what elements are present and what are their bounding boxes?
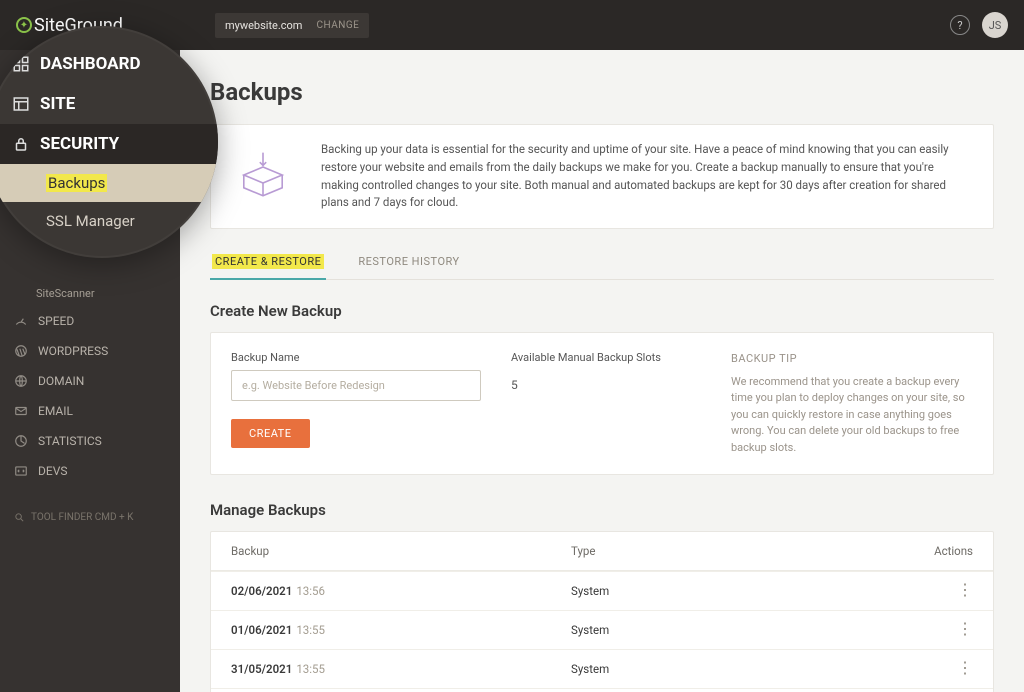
sidebar-sub-backups[interactable]: Backups — [0, 164, 218, 202]
table-row: 31/05/2021 13:55 System — [211, 649, 993, 688]
chart-icon — [14, 434, 28, 448]
backup-type: System — [571, 584, 893, 598]
tabs: CREATE & RESTORE RESTORE HISTORY — [210, 247, 994, 280]
row-actions-menu[interactable] — [957, 666, 973, 671]
sidebar-item-speed[interactable]: SPEED — [0, 306, 180, 336]
site-switcher[interactable]: mywebsite.com CHANGE — [215, 13, 369, 38]
sidebar-item-email[interactable]: EMAIL — [0, 396, 180, 426]
slots-value: 5 — [511, 370, 701, 392]
backup-name-input[interactable] — [231, 370, 481, 401]
col-type: Type — [571, 544, 893, 558]
sidebar-sub-ssl[interactable]: SSL Manager — [0, 202, 218, 240]
backup-time: 13:55 — [296, 623, 325, 637]
user-avatar[interactable]: JS — [982, 12, 1008, 38]
sidebar-item-statistics[interactable]: STATISTICS — [0, 426, 180, 456]
tip-title: BACKUP TIP — [731, 351, 973, 368]
wordpress-icon — [14, 344, 28, 358]
slots-label: Available Manual Backup Slots — [511, 351, 701, 364]
intro-card: Backing up your data is essential for th… — [210, 124, 994, 229]
backup-date: 02/06/2021 — [231, 584, 292, 598]
backup-name-label: Backup Name — [231, 351, 481, 364]
gauge-icon — [14, 314, 28, 328]
sidebar-item-dashboard[interactable]: DASHBOARD — [0, 44, 218, 84]
mail-icon — [14, 404, 28, 418]
intro-text: Backing up your data is essential for th… — [321, 141, 973, 212]
backup-time: 13:56 — [296, 584, 325, 598]
code-icon — [14, 464, 28, 478]
grid-icon — [10, 53, 32, 75]
lock-icon — [10, 133, 32, 155]
search-icon — [14, 512, 25, 523]
backup-date: 31/05/2021 — [231, 662, 292, 676]
page-title: Backups — [210, 78, 994, 106]
help-icon[interactable]: ? — [950, 15, 970, 35]
sidebar-item-domain[interactable]: DOMAIN — [0, 366, 180, 396]
create-backup-card: Backup Name CREATE Available Manual Back… — [210, 332, 994, 475]
change-site-button[interactable]: CHANGE — [316, 20, 359, 31]
globe-icon — [14, 374, 28, 388]
table-header: Backup Type Actions — [211, 532, 993, 571]
row-actions-menu[interactable] — [957, 588, 973, 593]
tab-create-restore[interactable]: CREATE & RESTORE — [210, 247, 326, 280]
col-backup: Backup — [231, 544, 571, 558]
sidebar-item-site[interactable]: SITE — [0, 84, 218, 124]
col-actions: Actions — [893, 544, 973, 558]
main-content: Backups Backing up your data is essentia… — [180, 50, 1024, 692]
tab-restore-history[interactable]: RESTORE HISTORY — [356, 247, 461, 279]
table-row: 30/05/202113:55System — [211, 688, 993, 692]
manage-section-title: Manage Backups — [210, 501, 994, 519]
current-site: mywebsite.com — [225, 19, 303, 32]
create-button[interactable]: CREATE — [231, 419, 310, 448]
backup-type: System — [571, 623, 893, 637]
backup-box-icon — [231, 141, 295, 209]
tip-body: We recommend that you create a backup ev… — [731, 374, 973, 457]
backups-table: Backup Type Actions 02/06/2021 13:56 Syste… — [210, 531, 994, 692]
backup-type: System — [571, 662, 893, 676]
table-row: 02/06/2021 13:56 System — [211, 571, 993, 610]
magnifier-overlay: DASHBOARD SITE SECURITY Backups SSL Mana… — [0, 26, 218, 258]
tool-finder[interactable]: TOOL FINDER CMD + K — [0, 504, 180, 531]
backup-time: 13:55 — [296, 662, 325, 676]
layout-icon — [10, 93, 32, 115]
row-actions-menu[interactable] — [957, 627, 973, 632]
backup-tip: BACKUP TIP We recommend that you create … — [731, 351, 973, 456]
sidebar-sub-sitescanner[interactable]: SiteScanner — [0, 281, 180, 306]
sidebar-item-wordpress[interactable]: WORDPRESS — [0, 336, 180, 366]
table-row: 01/06/2021 13:55 System — [211, 610, 993, 649]
sidebar-item-security[interactable]: SECURITY — [0, 124, 218, 164]
logo-mark-icon: ✦ — [16, 17, 32, 33]
sidebar-item-devs[interactable]: DEVS — [0, 456, 180, 486]
create-section-title: Create New Backup — [210, 302, 994, 320]
backup-date: 01/06/2021 — [231, 623, 292, 637]
